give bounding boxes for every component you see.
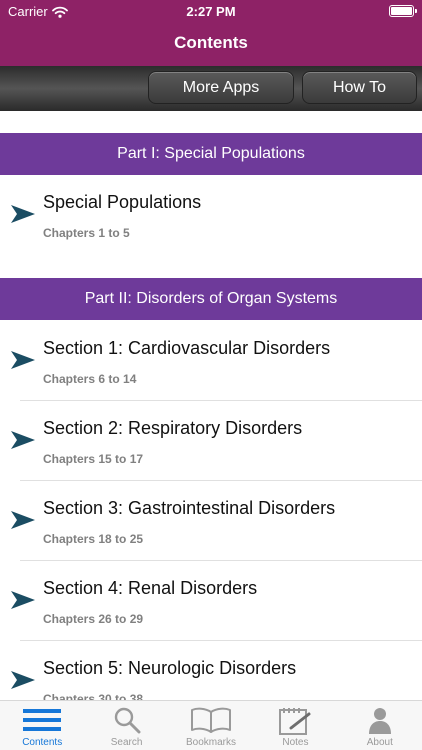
chevron-right-icon — [11, 591, 35, 609]
status-time: 2:27 PM — [186, 4, 236, 19]
tab-label: Notes — [282, 737, 309, 748]
item-subtitle: Chapters 15 to 17 — [43, 452, 144, 466]
chevron-right-icon — [11, 671, 35, 689]
tab-contents[interactable]: Contents — [0, 701, 84, 750]
item-title: Section 2: Respiratory Disorders — [43, 418, 303, 438]
item-title: Section 5: Neurologic Disorders — [43, 658, 297, 678]
list-item[interactable]: Special Populations Chapters 1 to 5 — [0, 175, 422, 255]
chevron-right-icon — [11, 205, 35, 223]
tab-bookmarks[interactable]: Bookmarks — [169, 701, 253, 750]
chevron-right-icon — [11, 511, 35, 529]
tab-bar: Contents Search Bookmarks Notes About — [0, 700, 422, 750]
how-to-button[interactable]: How To — [302, 71, 417, 104]
tab-label: Search — [110, 737, 143, 748]
chevron-right-icon — [11, 431, 35, 449]
item-subtitle: Chapters 18 to 25 — [43, 532, 144, 546]
tab-label: Contents — [22, 737, 63, 748]
tab-search[interactable]: Search — [84, 701, 168, 750]
person-icon — [368, 708, 391, 734]
tab-notes[interactable]: Notes — [253, 701, 337, 750]
toolbar: More Apps How To — [0, 66, 422, 111]
item-subtitle: Chapters 30 to 38 — [43, 692, 144, 700]
notepad-icon — [279, 708, 311, 735]
list-item[interactable]: Section 3: Gastrointestinal Disorders Ch… — [0, 481, 422, 561]
status-bar: Carrier 2:27 PM — [0, 0, 422, 22]
item-subtitle: Chapters 26 to 29 — [43, 612, 144, 626]
item-title: Special Populations — [43, 192, 202, 212]
contents-list[interactable]: Part I: Special Populations Special Popu… — [0, 111, 422, 700]
battery-icon — [389, 5, 417, 17]
chevron-right-icon — [11, 351, 35, 369]
part-header: Part II: Disorders of Organ Systems — [0, 278, 422, 320]
item-title: Section 4: Renal Disorders — [43, 578, 258, 598]
tab-about[interactable]: About — [338, 701, 422, 750]
tab-label: Bookmarks — [186, 737, 237, 748]
more-apps-button[interactable]: More Apps — [148, 71, 294, 104]
item-title: Section 3: Gastrointestinal Disorders — [43, 498, 336, 518]
header: Carrier 2:27 PM Contents — [0, 0, 422, 66]
list-item[interactable]: Section 1: Cardiovascular Disorders Chap… — [0, 321, 422, 401]
list-item[interactable]: Section 2: Respiratory Disorders Chapter… — [0, 401, 422, 481]
list-item[interactable]: Section 5: Neurologic Disorders Chapters… — [0, 641, 422, 700]
list-icon — [23, 709, 62, 731]
tab-label: About — [366, 737, 393, 748]
part-header: Part I: Special Populations — [0, 133, 422, 175]
list-item[interactable]: Section 4: Renal Disorders Chapters 26 t… — [0, 561, 422, 641]
item-subtitle: Chapters 6 to 14 — [43, 372, 137, 386]
item-subtitle: Chapters 1 to 5 — [43, 226, 130, 240]
item-title: Section 1: Cardiovascular Disorders — [43, 338, 331, 358]
page-title: Contents — [174, 33, 248, 52]
book-icon — [191, 707, 232, 733]
magnifier-icon — [114, 707, 141, 734]
